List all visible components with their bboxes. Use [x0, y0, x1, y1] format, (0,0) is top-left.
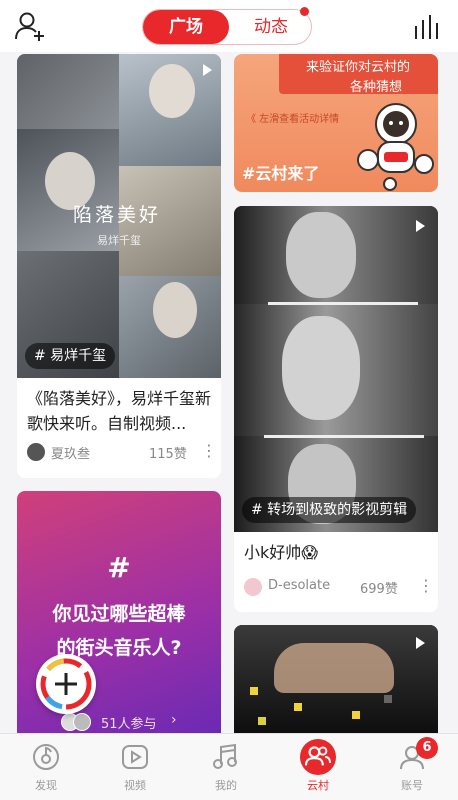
- banner-line1: 来验证你对云村的: [306, 60, 411, 75]
- nav-cloud-village[interactable]: 云村: [272, 734, 364, 800]
- cover-title-text: 陷落美好: [73, 204, 162, 226]
- topic-line1: 你见过哪些超棒: [52, 603, 186, 625]
- author-name[interactable]: 夏玖叁: [51, 443, 90, 463]
- more-icon[interactable]: ⋮: [201, 443, 217, 459]
- video-cover-launchpad[interactable]: [234, 625, 438, 733]
- nav-account[interactable]: 账号: [366, 734, 458, 800]
- video-cover-collage[interactable]: 陷落美好 易烊千玺 # 易烊千玺: [17, 54, 221, 378]
- tab-moments[interactable]: 动态: [229, 10, 313, 44]
- play-circle-icon: [122, 745, 148, 769]
- feed-card-launchpad[interactable]: [234, 625, 438, 733]
- author-avatar[interactable]: [244, 578, 262, 596]
- astronaut-illustration: [357, 103, 434, 191]
- cover-caption-text: 易烊千玺: [97, 234, 141, 247]
- music-disc-icon: [33, 744, 59, 770]
- like-count[interactable]: 699赞: [360, 578, 398, 598]
- add-friend-icon[interactable]: [14, 10, 46, 42]
- nav-mine[interactable]: 我的: [180, 734, 272, 800]
- account-notification-badge: 6: [416, 737, 438, 759]
- audio-bars-icon[interactable]: [413, 14, 441, 40]
- play-icon: [203, 64, 212, 76]
- friends-icon: [300, 739, 336, 775]
- bottom-nav: 发现 视频 我的 云村 账号: [0, 733, 458, 800]
- moments-dot-badge: [300, 7, 309, 16]
- banner-line2: 各种猜想: [350, 80, 403, 95]
- participants-count[interactable]: 51人参与: [101, 713, 157, 732]
- chevron-right-icon: ›: [171, 712, 177, 728]
- nav-label: 账号: [401, 779, 423, 792]
- create-post-button[interactable]: [36, 654, 96, 714]
- add-icon: [40, 658, 92, 710]
- play-icon: [416, 637, 425, 649]
- like-count[interactable]: 115赞: [149, 443, 187, 463]
- feed-card-yiyang[interactable]: 陷落美好 易烊千玺 # 易烊千玺 《陷落美好》，易烊千玺新歌快来听。自制视频..…: [17, 54, 221, 478]
- nav-video[interactable]: 视频: [89, 734, 181, 800]
- nav-label: 我的: [215, 779, 237, 792]
- top-bar: 广场 动态: [0, 0, 458, 52]
- post-title[interactable]: 小k好帅😱: [244, 540, 434, 565]
- topic-tag[interactable]: # 转场到极致的影视剪辑: [242, 497, 417, 523]
- participant-avatars: [61, 713, 91, 731]
- topic-tag[interactable]: # 易烊千玺: [25, 343, 116, 369]
- tab-square[interactable]: 广场: [143, 10, 229, 44]
- nav-label: 视频: [124, 779, 146, 792]
- music-note-icon: [213, 743, 237, 769]
- segment-switch: 广场 动态: [142, 9, 312, 45]
- post-title[interactable]: 《陷落美好》，易烊千玺新歌快来听。自制视频...: [27, 386, 217, 436]
- nav-label: 发现: [35, 779, 57, 792]
- hash-symbol: #: [107, 551, 131, 584]
- play-icon: [416, 220, 425, 232]
- author-name[interactable]: D-esolate: [268, 578, 330, 598]
- banner-tag[interactable]: #云村来了: [242, 160, 319, 184]
- more-icon[interactable]: ⋮: [418, 578, 434, 594]
- nav-label: 云村: [307, 779, 329, 792]
- feed-card-yuncun-banner[interactable]: 来验证你对云村的 各种猜想 《 左滑查看活动详情 #云村来了: [234, 54, 438, 192]
- feed-card-film-edit[interactable]: # 转场到极致的影视剪辑 小k好帅😱 D-esolate 699赞 ⋮: [234, 206, 438, 612]
- video-cover-film[interactable]: # 转场到极致的影视剪辑: [234, 206, 438, 532]
- nav-discover[interactable]: 发现: [0, 734, 92, 800]
- swipe-hint: 《 左滑查看活动详情: [246, 114, 340, 125]
- author-avatar[interactable]: [27, 443, 45, 461]
